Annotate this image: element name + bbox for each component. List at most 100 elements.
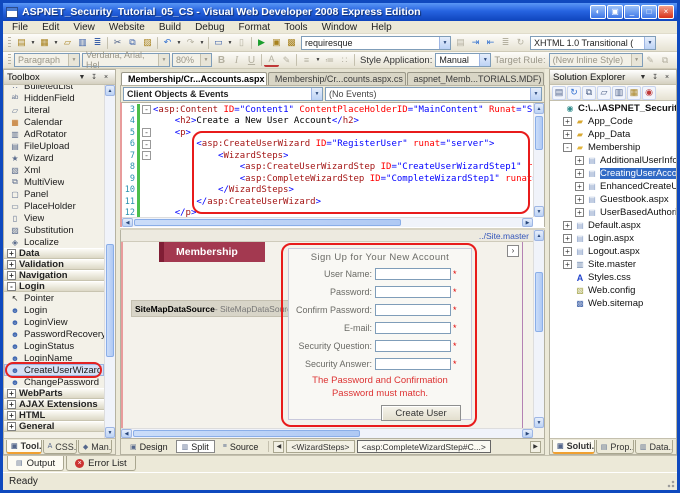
redo-icon[interactable]: ↷ [183, 35, 198, 50]
save-icon[interactable]: ▥ [75, 35, 90, 50]
target-rule-combobox[interactable]: (New Inline Style) ▼ [548, 53, 643, 67]
toolbox-item[interactable]: ▧ Xml [4, 164, 104, 176]
undo-icon[interactable]: ↶ [160, 35, 175, 50]
smart-tag-button[interactable]: › [507, 245, 519, 257]
italic-icon[interactable]: I [229, 53, 244, 68]
panel-tab[interactable]: ▥ Data... [634, 440, 673, 454]
toolbox-item[interactable]: + Validation [4, 259, 104, 270]
add-new-item-dropdown[interactable]: ▼ [52, 35, 60, 50]
field-textbox[interactable] [375, 286, 451, 298]
tree-expander-icon[interactable]: + [575, 182, 584, 191]
tag-nav-left-icon[interactable]: ◀ [273, 440, 285, 453]
paste-icon[interactable]: ▨ [140, 35, 155, 50]
chevron-down-icon[interactable]: ▼ [644, 36, 655, 49]
tree-item[interactable]: + ▤ AdditionalUserInfo.aspx [550, 154, 676, 167]
tree-expander-icon[interactable]: + [575, 169, 584, 178]
menu-item[interactable]: Format [232, 22, 278, 33]
tool-window-tab[interactable]: ▤ Output [7, 456, 65, 471]
toolbox-item[interactable]: ∷ BulletedList [4, 85, 104, 92]
scroll-down-icon[interactable]: ▼ [534, 206, 544, 217]
save-all-icon[interactable]: ≣ [90, 35, 105, 50]
panel-menu-icon[interactable]: ▼ [637, 72, 649, 83]
tree-item[interactable]: A Styles.css [550, 271, 676, 284]
scroll-right-icon[interactable]: ▶ [522, 429, 533, 438]
new-website-dropdown[interactable]: ▼ [29, 35, 37, 50]
style-application-combobox[interactable]: Manual ▼ [435, 53, 492, 67]
toolbox-item[interactable]: ◈ Localize [4, 236, 104, 248]
view-code-icon[interactable]: ▱ [597, 85, 611, 100]
cut-icon[interactable]: ✂ [110, 35, 125, 50]
bulleted-list-icon[interactable]: ∷ [337, 53, 352, 68]
tree-item[interactable]: + ▤ EnhancedCreateUserWiz... [550, 180, 676, 193]
pin-icon[interactable]: ↧ [649, 72, 661, 83]
menu-item[interactable]: Tools [277, 22, 314, 33]
chevron-down-icon[interactable]: ▼ [68, 54, 79, 66]
tree-expander-icon[interactable]: + [563, 117, 572, 126]
tree-expander-icon[interactable]: + [575, 195, 584, 204]
navigate-forward-icon[interactable]: ▯ [234, 35, 249, 50]
copy-website-icon[interactable]: ▦ [627, 85, 641, 100]
new-website-icon[interactable]: ▤ [14, 35, 29, 50]
menu-item[interactable]: Edit [35, 22, 66, 33]
tree-expander-icon[interactable]: + [563, 130, 572, 139]
menu-item[interactable]: Debug [188, 22, 231, 33]
scrollbar-thumb[interactable] [106, 243, 114, 357]
design-surface[interactable]: HomeMembership SiteMapDataSource - SiteM… [121, 242, 533, 428]
menu-item[interactable]: View [66, 22, 102, 33]
underline-icon[interactable]: U [244, 53, 259, 68]
toolbox-item[interactable]: + AJAX Extensions [4, 399, 104, 410]
chevron-down-icon[interactable]: ▼ [439, 36, 450, 49]
tree-expander-icon[interactable]: + [563, 221, 572, 230]
code-line[interactable]: 3 - <asp:Content ID="Content1" ContentPl… [122, 104, 533, 116]
tree-expander-icon[interactable] [563, 286, 572, 295]
scrollbar-thumb[interactable] [535, 116, 543, 150]
tree-item[interactable]: + ▤ CreatingUserAccounts.a... [550, 167, 676, 180]
font-color-icon[interactable]: A [264, 54, 279, 67]
menu-item[interactable]: Window [315, 22, 365, 33]
scrollbar-thumb[interactable] [535, 272, 543, 332]
tag-breadcrumb[interactable]: <WizardSteps> [286, 440, 355, 453]
code-line[interactable]: 11 </asp:CreateUserWizard> [122, 196, 533, 208]
undo-dropdown[interactable]: ▼ [175, 35, 183, 50]
close-icon[interactable]: × [661, 72, 673, 83]
tree-expander-icon[interactable]: + [563, 234, 572, 243]
field-textbox[interactable] [375, 268, 451, 280]
panel-tab[interactable]: A CSS... [42, 440, 77, 454]
source-view[interactable]: 3 - <asp:Content ID="Content1" ContentPl… [120, 102, 545, 227]
stop-icon[interactable]: ▩ [284, 35, 299, 50]
alignment-dropdown[interactable]: ▼ [314, 53, 322, 68]
scroll-up-icon[interactable]: ▲ [105, 85, 115, 96]
scroll-right-icon[interactable]: ▶ [522, 218, 533, 227]
tree-expander-icon[interactable]: - [563, 143, 572, 152]
scroll-down-icon[interactable]: ▼ [534, 417, 544, 428]
open-file-icon[interactable]: ▱ [60, 35, 75, 50]
code-hscrollbar[interactable]: ◀ ▶ [122, 217, 533, 227]
font-name-combobox[interactable]: Verdana, Arial, Hel ▼ [82, 50, 170, 70]
tree-item[interactable]: + ▤ UserBasedAuthorization... [550, 206, 676, 219]
tree-item[interactable]: + ▰ App_Data [550, 128, 676, 141]
toolbox-item[interactable]: ⧉ MultiView [4, 176, 104, 188]
tree-item[interactable]: - ▰ Membership [550, 141, 676, 154]
create-user-wizard-control[interactable]: Sign Up for Your New Account User Name: … [288, 248, 472, 421]
properties-icon[interactable]: ▤ [552, 85, 566, 100]
code-line[interactable]: 10 </WizardSteps> [122, 184, 533, 196]
highlight-icon[interactable]: ✎ [279, 53, 294, 68]
tree-expander-icon[interactable] [553, 104, 562, 113]
maximize-button[interactable]: □ [641, 5, 657, 19]
tag-nav-right-icon[interactable]: ▶ [530, 440, 541, 453]
redo-dropdown[interactable]: ▼ [198, 35, 206, 50]
fold-marker-icon[interactable]: - [142, 139, 151, 149]
toolbar-grip[interactable] [8, 54, 11, 66]
alignment-icon[interactable]: ≡ [299, 53, 314, 68]
tree-item[interactable]: ▧ Web.config [550, 284, 676, 297]
toolbox-item[interactable]: ☻ PasswordRecovery [4, 328, 104, 340]
toolbox-item[interactable]: ▯ View [4, 212, 104, 224]
extra-window-button-1[interactable]: ◐ [590, 5, 606, 19]
code-line[interactable]: 5 - <p> [122, 127, 533, 139]
toolbox-item[interactable]: ☻ CreateUserWizard [4, 362, 104, 378]
attach-styles-icon[interactable]: ⧉ [658, 53, 673, 68]
nest-related-files-icon[interactable]: ⧉ [582, 85, 596, 100]
code-line[interactable]: 9 <asp:CompleteWizardStep ID="CompleteWi… [122, 173, 533, 185]
tree-expander-icon[interactable] [563, 299, 572, 308]
formatting-icon[interactable]: ≣ [498, 35, 513, 50]
